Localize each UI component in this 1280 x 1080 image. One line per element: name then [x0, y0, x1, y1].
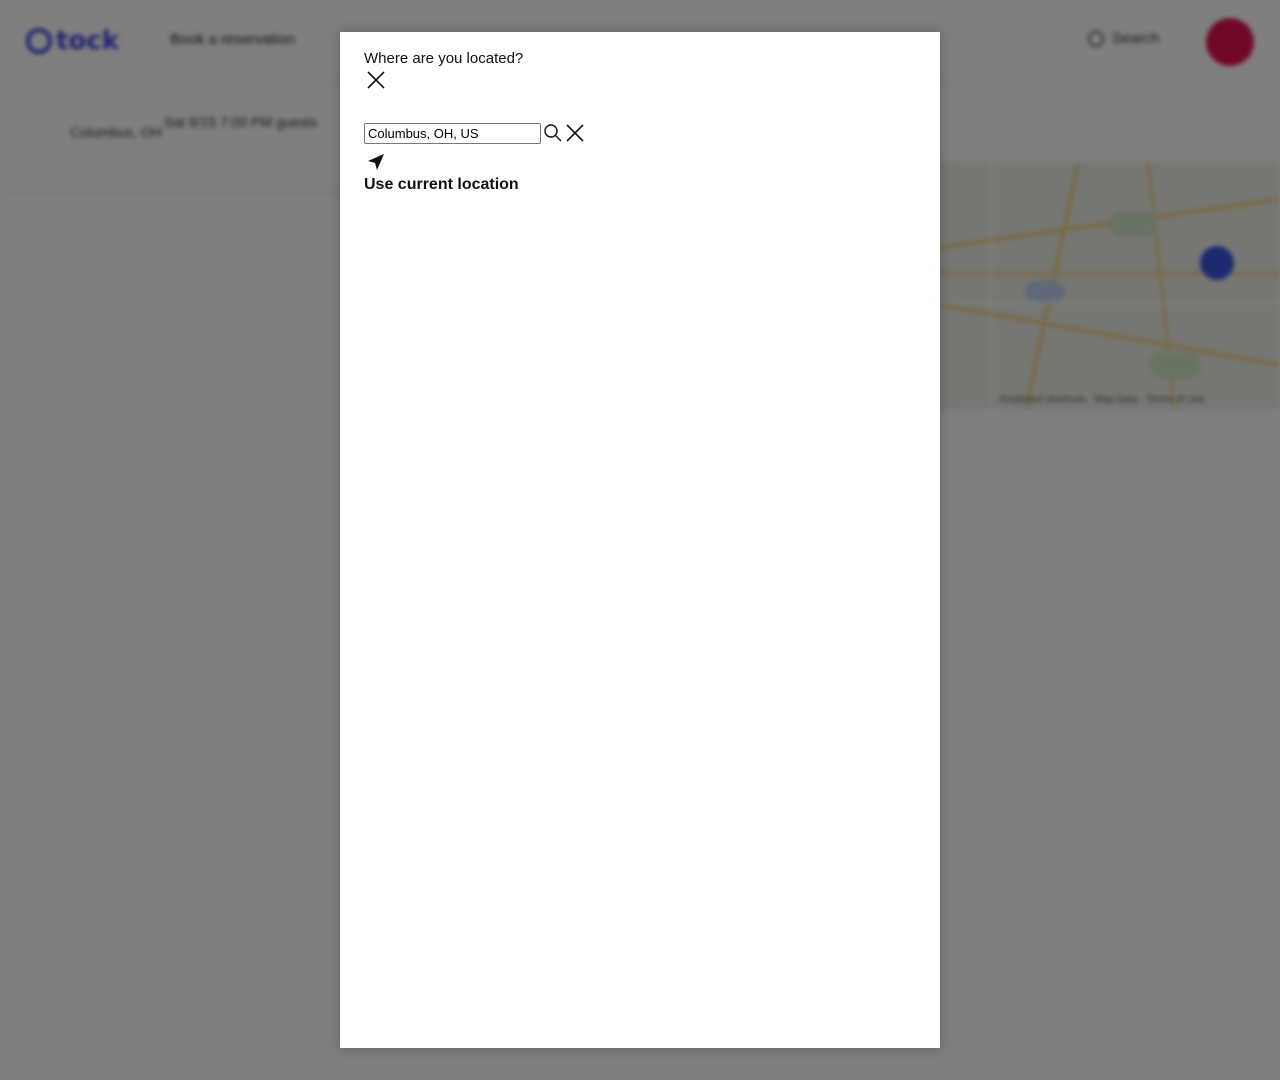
close-icon — [566, 124, 584, 142]
navigation-arrow-icon — [368, 154, 384, 170]
use-current-location-button[interactable]: Use current location — [364, 152, 519, 194]
close-dialog-button[interactable] — [364, 68, 388, 92]
location-search-row — [364, 122, 586, 144]
search-icon — [544, 124, 562, 142]
location-search-input[interactable] — [364, 122, 541, 144]
dialog-title: Where are you located? — [364, 50, 524, 67]
location-dialog: Where are you located? Use current locat… — [340, 32, 940, 1048]
use-current-location-label: Use current location — [364, 176, 519, 193]
search-button[interactable] — [542, 122, 564, 144]
clear-search-button[interactable] — [564, 122, 586, 144]
close-icon — [367, 71, 385, 89]
